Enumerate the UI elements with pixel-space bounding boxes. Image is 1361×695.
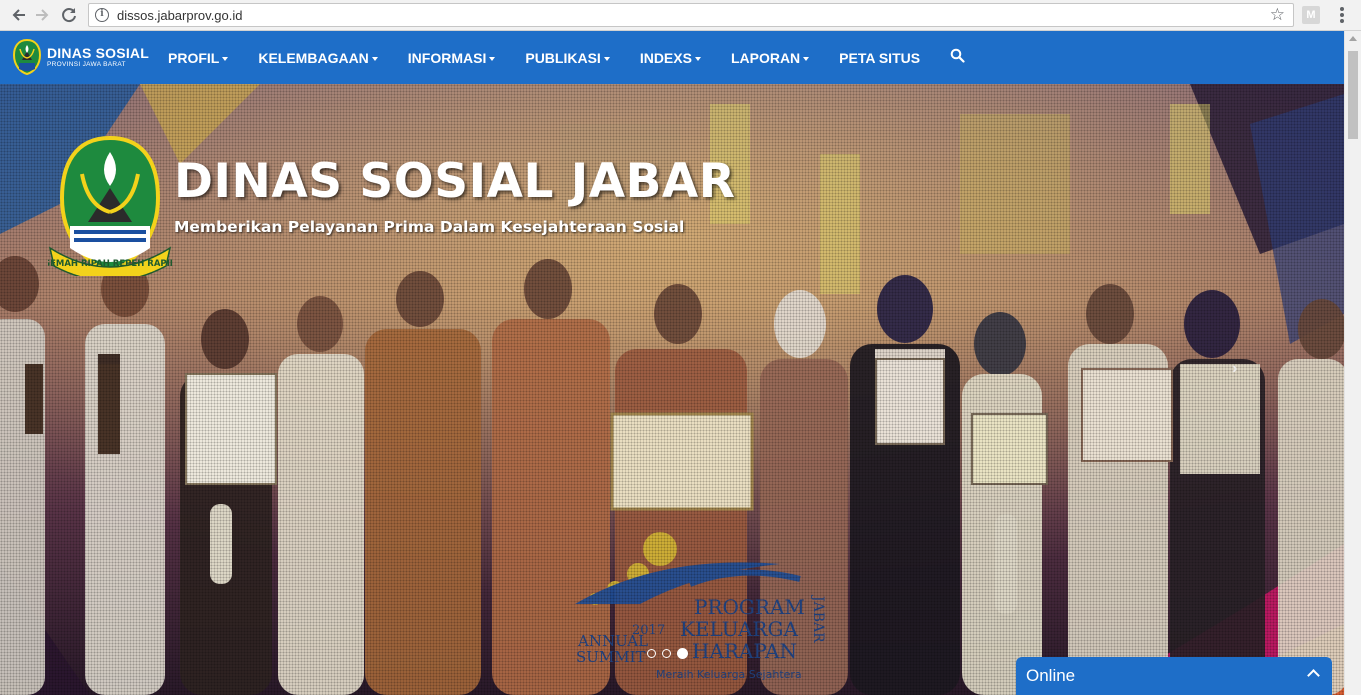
info-icon[interactable]: i — [95, 8, 109, 22]
menu-item-publikasi[interactable]: PUBLIKASI — [510, 50, 624, 66]
menu-item-label: PROFIL — [168, 49, 220, 66]
arrow-right-icon — [36, 9, 49, 21]
back-button[interactable] — [8, 4, 30, 26]
menu-item-label: PUBLIKASI — [525, 49, 601, 66]
slider-next-icon[interactable]: › — [1232, 360, 1237, 378]
main-menu: PROFIL KELEMBAGAAN INFORMASI PUBLIKASI I… — [153, 31, 980, 84]
carousel-indicators — [647, 648, 694, 659]
menu-item-informasi[interactable]: INFORMASI — [393, 50, 511, 66]
caret-down-icon — [489, 56, 496, 61]
pkh-watermark: PROGRAM KELUARGA HARAPAN 2017 ANNUAL SUM… — [576, 594, 826, 681]
menu-item-label: INFORMASI — [407, 49, 487, 66]
brand-name: DINAS SOSIAL — [47, 44, 149, 61]
watermark-line1: PROGRAM — [694, 595, 805, 619]
menu-item-kelembagaan[interactable]: KELEMBAGAAN — [243, 50, 392, 66]
menu-item-peta-situs[interactable]: PETA SITUS — [824, 50, 935, 66]
carousel-dot[interactable] — [647, 649, 656, 658]
browser-toolbar: i dissos.jabarprov.go.id ☆ M — [0, 0, 1361, 31]
watermark-tagline: Meraih Keluarga Sejahtera — [656, 668, 802, 681]
site-brand[interactable]: DINAS SOSIAL PROVINSI JAWA BARAT — [12, 38, 149, 76]
menu-item-label: PETA SITUS — [839, 49, 921, 66]
chat-label: Online — [1026, 666, 1076, 685]
caret-down-icon — [694, 56, 701, 61]
star-icon[interactable]: ☆ — [1270, 4, 1285, 26]
menu-item-laporan[interactable]: LAPORAN — [716, 50, 824, 66]
jabar-emblem-icon — [12, 39, 42, 75]
caret-down-icon — [222, 56, 229, 61]
caret-down-icon — [803, 56, 810, 61]
caret-down-icon — [603, 56, 610, 61]
scrollbar-thumb[interactable] — [1348, 51, 1358, 139]
watermark-line2: KELUARGA — [680, 617, 798, 641]
hero-title: DINAS SOSIAL JABAR — [174, 154, 736, 209]
emblem-motto: GEMAH RIPAH REPEH RAPIH — [48, 259, 172, 269]
kebab-menu-icon[interactable] — [1334, 5, 1350, 25]
search-button[interactable] — [935, 48, 980, 68]
menu-item-label: KELEMBAGAAN — [258, 49, 369, 66]
menu-item-label: INDEXS — [639, 49, 692, 66]
chevron-up-icon[interactable] — [1307, 669, 1320, 682]
arrow-left-icon — [12, 9, 25, 21]
menu-item-label: LAPORAN — [730, 49, 801, 66]
search-icon — [950, 48, 965, 63]
scroll-up-icon[interactable] — [1349, 36, 1357, 41]
forward-button[interactable] — [31, 4, 53, 26]
watermark-event2: SUMMIT — [576, 648, 646, 666]
online-chat-widget[interactable]: Online — [1016, 657, 1332, 695]
reload-icon — [62, 8, 76, 23]
carousel-dot[interactable] — [662, 649, 671, 658]
brand-subtitle: PROVINSI JAWA BARAT — [47, 60, 126, 68]
hero-subtitle: Memberikan Pelayanan Prima Dalam Kesejah… — [174, 218, 685, 236]
menu-item-profil[interactable]: PROFIL — [153, 50, 243, 66]
jabar-emblem-logo: GEMAH RIPAH REPEH RAPIH — [48, 136, 172, 276]
reload-button[interactable] — [58, 4, 80, 26]
carousel-dot-active[interactable] — [677, 648, 688, 659]
site-navbar: DINAS SOSIAL PROVINSI JAWA BARAT PROFIL … — [0, 31, 1344, 84]
watermark-line3: HARAPAN — [692, 639, 797, 663]
hero-slider: PROGRAM KELUARGA HARAPAN 2017 ANNUAL SUM… — [0, 84, 1344, 695]
caret-down-icon — [371, 56, 378, 61]
extension-icon[interactable]: M — [1302, 6, 1320, 24]
watermark-side: JABAR — [810, 594, 826, 643]
page-scrollbar[interactable] — [1344, 31, 1361, 695]
url-text[interactable]: dissos.jabarprov.go.id — [117, 8, 243, 23]
menu-item-indexs[interactable]: INDEXS — [625, 50, 716, 66]
address-bar[interactable]: i dissos.jabarprov.go.id ☆ — [88, 3, 1294, 27]
